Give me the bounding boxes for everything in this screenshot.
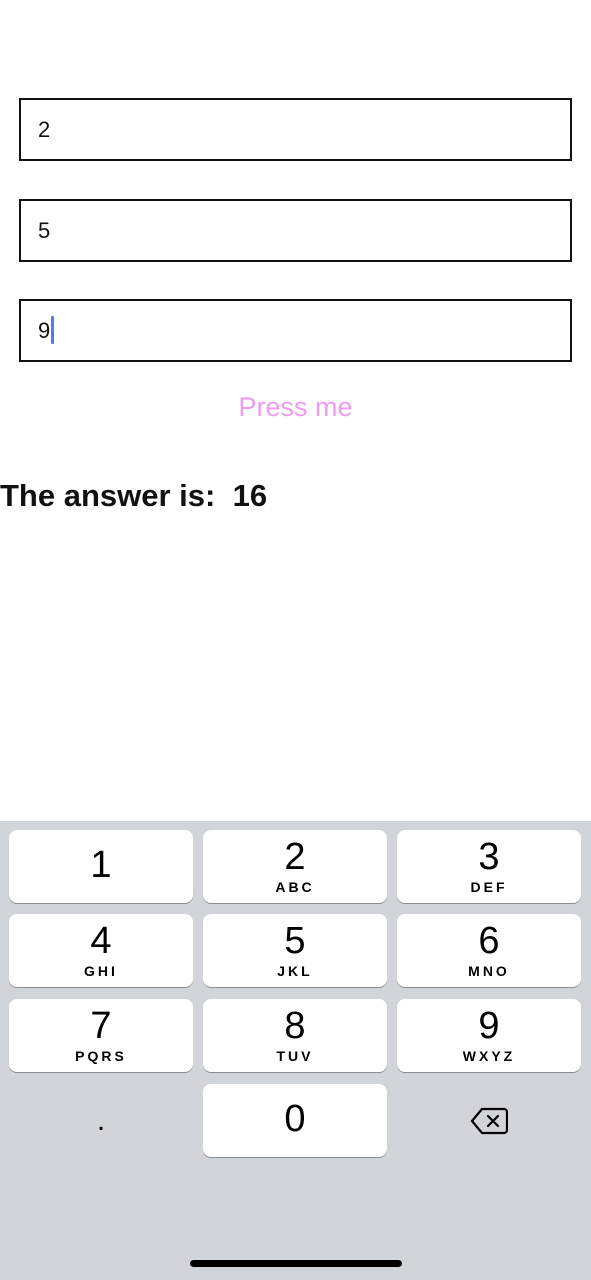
press-me-button[interactable]: Press me bbox=[0, 392, 591, 423]
key-2-letters: ABC bbox=[275, 879, 315, 895]
key-7[interactable]: 7 PQRS bbox=[9, 999, 193, 1072]
key-3-letters: DEF bbox=[470, 879, 508, 895]
key-5-digit: 5 bbox=[284, 920, 306, 962]
numeric-keyboard: 1 2 ABC 3 DEF 4 GHI 5 JKL 6 MNO 7 PQRS 8… bbox=[0, 821, 591, 1280]
key-6-digit: 6 bbox=[478, 920, 500, 962]
first-number-input[interactable]: 2 bbox=[19, 98, 572, 161]
key-5[interactable]: 5 JKL bbox=[203, 914, 387, 987]
second-number-input[interactable]: 5 bbox=[19, 199, 572, 262]
home-indicator bbox=[190, 1260, 402, 1267]
third-number-input[interactable]: 9 bbox=[19, 299, 572, 362]
third-number-value: 9 bbox=[38, 318, 51, 343]
key-9-letters: WXYZ bbox=[462, 1048, 516, 1064]
key-4-letters: GHI bbox=[84, 963, 118, 979]
key-1-digit: 1 bbox=[90, 844, 112, 886]
key-6[interactable]: 6 MNO bbox=[397, 914, 581, 987]
app-screen: 2 5 9 Press me The answer is: 16 1 2 ABC… bbox=[0, 0, 591, 1280]
key-5-letters: JKL bbox=[277, 963, 313, 979]
key-0-digit: 0 bbox=[284, 1098, 306, 1140]
key-9-digit: 9 bbox=[478, 1005, 500, 1047]
key-3-digit: 3 bbox=[478, 836, 500, 878]
key-2[interactable]: 2 ABC bbox=[203, 830, 387, 903]
key-7-digit: 7 bbox=[90, 1005, 112, 1047]
key-7-letters: PQRS bbox=[75, 1048, 127, 1064]
delete-key[interactable] bbox=[397, 1084, 581, 1157]
key-8-letters: TUV bbox=[276, 1048, 314, 1064]
key-4[interactable]: 4 GHI bbox=[9, 914, 193, 987]
key-0[interactable]: 0 bbox=[203, 1084, 387, 1157]
key-3[interactable]: 3 DEF bbox=[397, 830, 581, 903]
key-1[interactable]: 1 bbox=[9, 830, 193, 903]
answer-text: The answer is: 16 bbox=[0, 478, 268, 513]
key-2-digit: 2 bbox=[284, 836, 306, 878]
key-4-digit: 4 bbox=[90, 920, 112, 962]
key-8-digit: 8 bbox=[284, 1005, 306, 1047]
decimal-key[interactable]: . bbox=[9, 1084, 193, 1157]
second-number-value: 5 bbox=[38, 218, 51, 243]
text-caret bbox=[51, 316, 55, 345]
key-9[interactable]: 9 WXYZ bbox=[397, 999, 581, 1072]
key-8[interactable]: 8 TUV bbox=[203, 999, 387, 1072]
key-6-letters: MNO bbox=[468, 963, 510, 979]
backspace-icon bbox=[470, 1107, 508, 1134]
first-number-value: 2 bbox=[38, 117, 51, 142]
